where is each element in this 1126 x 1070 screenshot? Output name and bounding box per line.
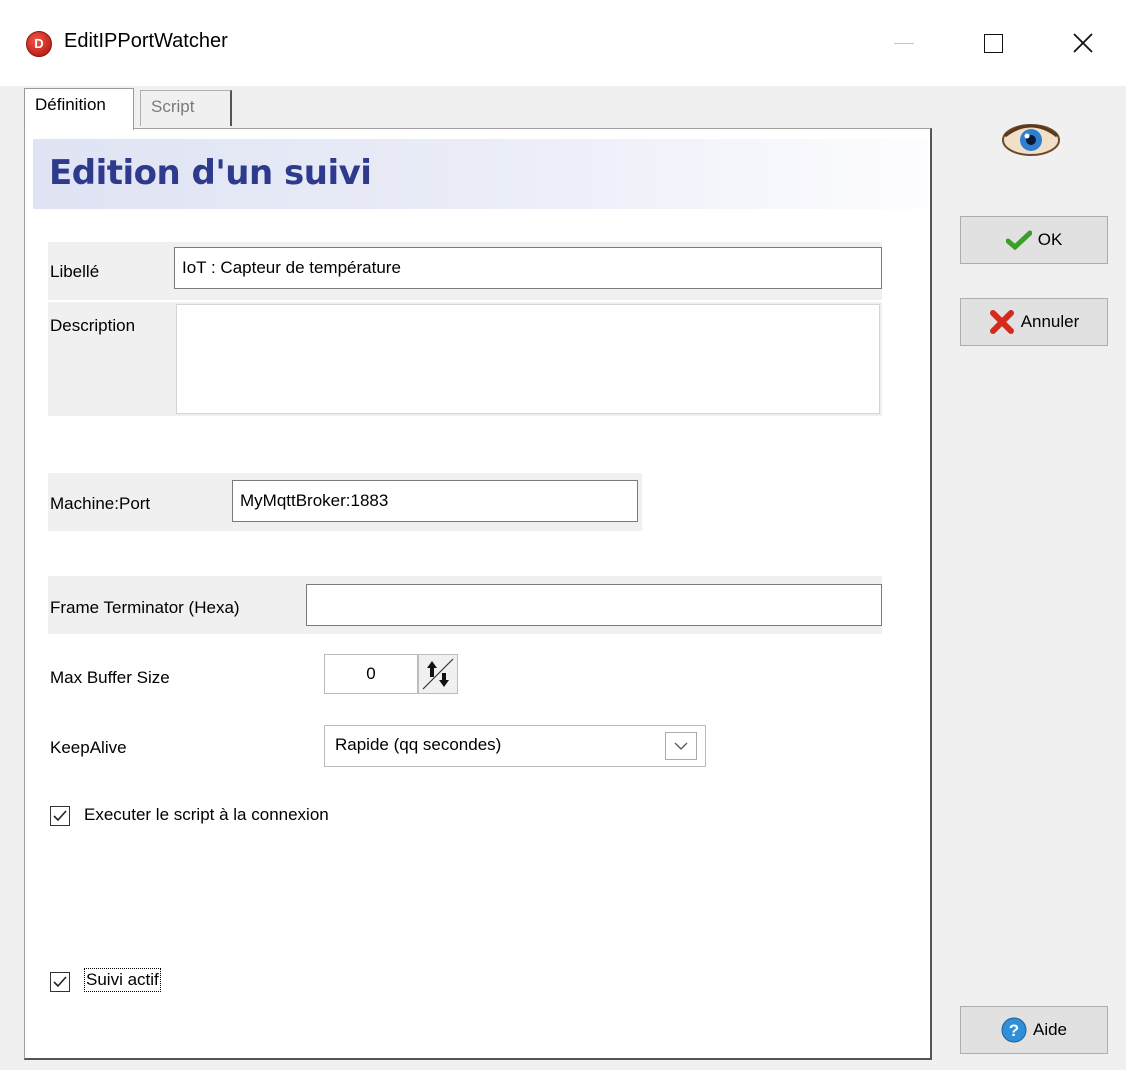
page-title: Edition d'un suivi	[49, 153, 372, 193]
close-icon	[1073, 33, 1093, 53]
svg-text:?: ?	[1009, 1021, 1019, 1040]
max-buffer-stepper[interactable]	[418, 654, 458, 694]
machine-port-input[interactable]: MyMqttBroker:1883	[232, 480, 638, 522]
help-button[interactable]: ? Aide	[960, 1006, 1108, 1054]
maximize-icon	[983, 33, 1003, 53]
exec-script-checkbox[interactable]	[50, 806, 70, 826]
minimize-icon	[894, 42, 914, 44]
machine-port-label: Machine:Port	[50, 494, 151, 513]
exec-script-label[interactable]: Executer le script à la connexion	[84, 805, 329, 825]
close-button[interactable]	[1055, 20, 1111, 66]
frame-terminator-input[interactable]	[306, 584, 882, 626]
cancel-button[interactable]: Annuler	[960, 298, 1108, 346]
up-down-arrows-icon	[422, 658, 454, 690]
tab-definition[interactable]: Définition	[24, 88, 134, 130]
tab-script[interactable]: Script	[140, 90, 232, 126]
description-label: Description	[50, 316, 136, 335]
checkmark-small-icon	[53, 976, 67, 988]
maximize-button[interactable]	[965, 20, 1021, 66]
ok-button[interactable]: OK	[960, 216, 1108, 264]
keepalive-dropdown-button[interactable]	[665, 732, 697, 760]
keepalive-selected-value: Rapide (qq secondes)	[335, 735, 502, 754]
help-button-label: Aide	[1032, 1020, 1068, 1039]
max-buffer-label: Max Buffer Size	[50, 668, 170, 687]
libelle-label: Libellé	[50, 262, 100, 281]
description-textarea[interactable]	[176, 304, 880, 414]
suivi-actif-label[interactable]: Suivi actif	[84, 968, 161, 992]
frame-terminator-label: Frame Terminator (Hexa)	[50, 598, 240, 617]
libelle-input[interactable]: IoT : Capteur de température	[174, 247, 882, 289]
keepalive-select[interactable]: Rapide (qq secondes)	[324, 725, 706, 767]
chevron-down-icon	[674, 742, 688, 750]
max-buffer-input[interactable]: 0	[324, 654, 418, 694]
minimize-button[interactable]	[876, 20, 932, 66]
suivi-actif-checkbox[interactable]	[50, 972, 70, 992]
keepalive-label: KeepAlive	[50, 738, 127, 757]
checkmark-icon	[1005, 230, 1032, 250]
window-title: EditIPPortWatcher	[64, 30, 228, 52]
checkmark-small-icon	[53, 810, 67, 822]
red-x-icon	[989, 310, 1014, 334]
section-header: Edition d'un suivi	[33, 139, 927, 209]
ok-button-label: OK	[1037, 230, 1063, 249]
eye-icon	[1002, 124, 1060, 156]
app-logo-icon: D	[26, 31, 52, 57]
help-icon: ?	[1001, 1017, 1027, 1043]
cancel-button-label: Annuler	[1020, 312, 1080, 331]
title-bar: D EditIPPortWatcher	[0, 0, 1126, 86]
